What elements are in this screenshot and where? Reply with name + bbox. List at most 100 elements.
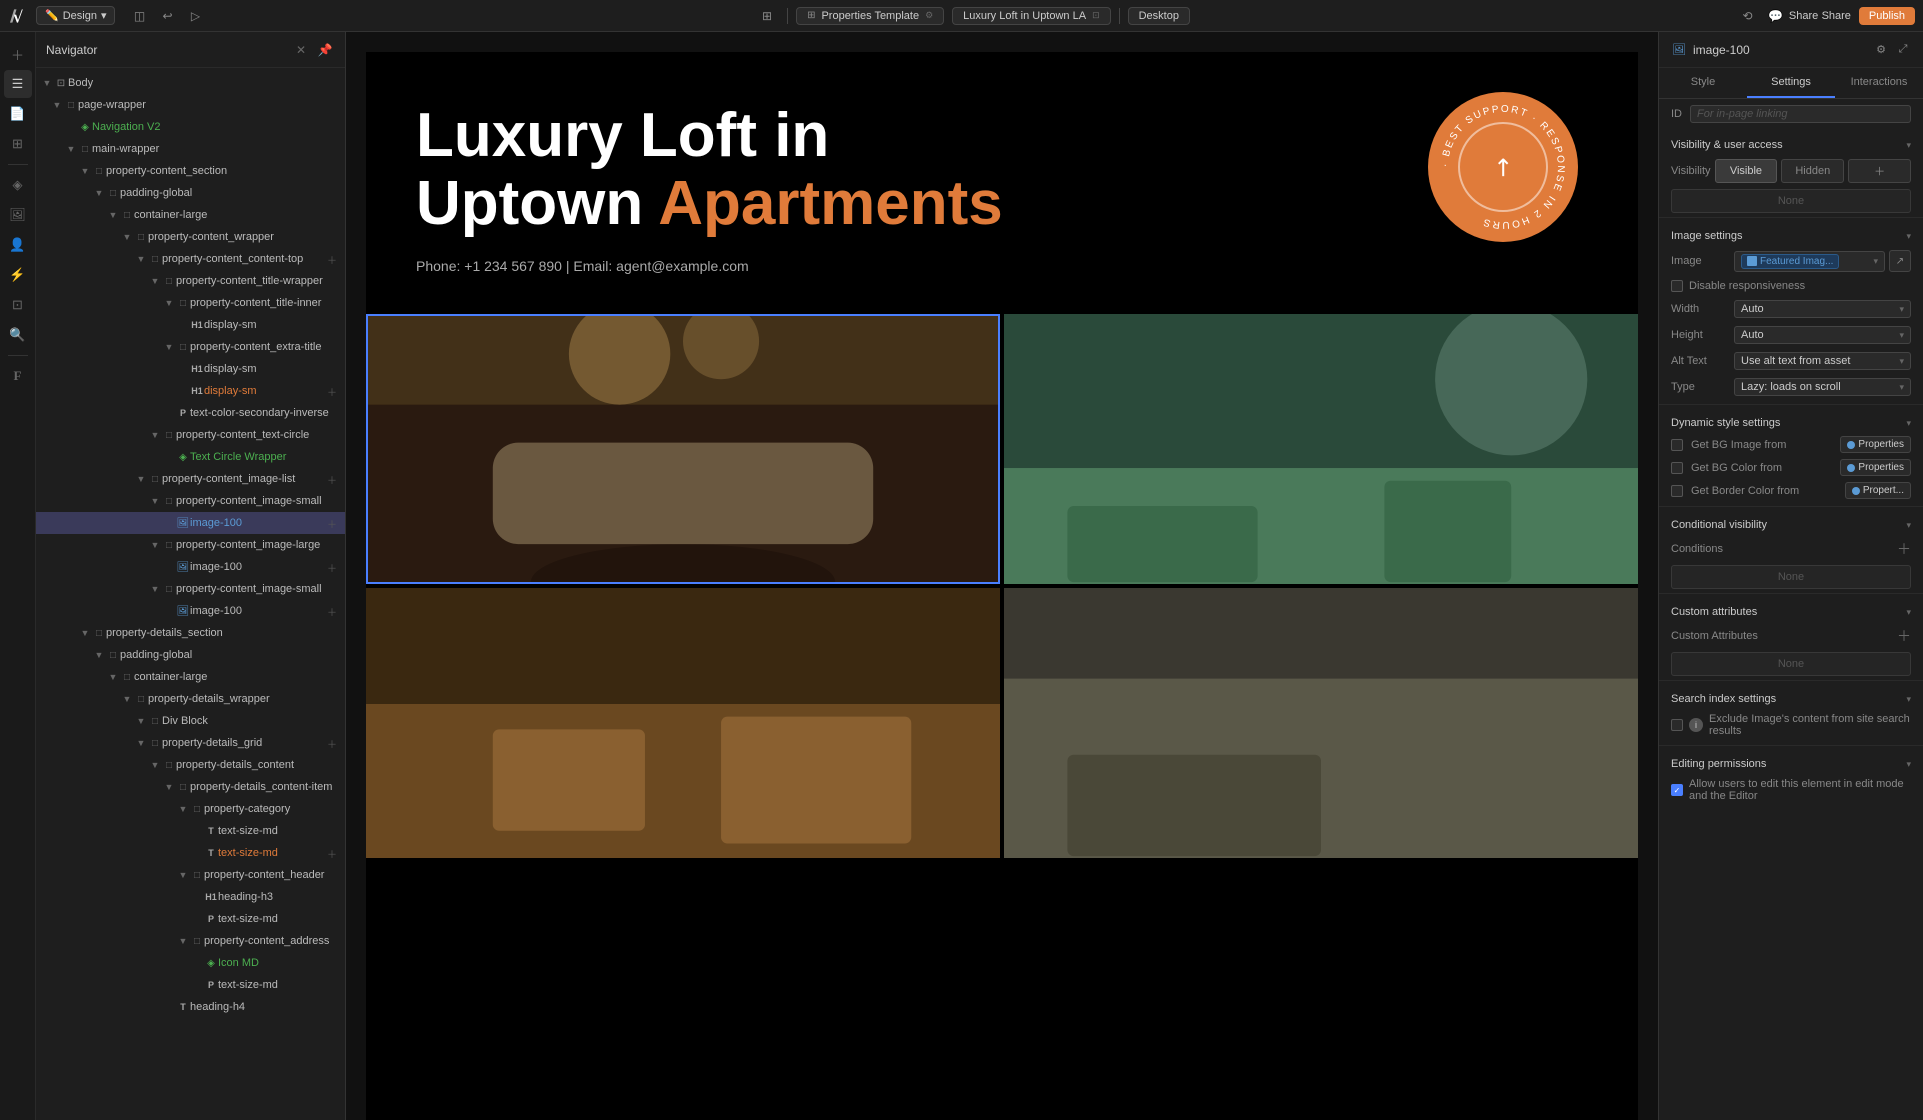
details-grid-add[interactable]: ＋ [325,736,339,750]
save-icon[interactable]: ◫ [127,4,151,28]
components-icon[interactable]: ◈ [4,171,32,199]
logic-icon[interactable]: ⚡ [4,261,32,289]
tree-item-text-circle[interactable]: ▼ □ property-content_text-circle [36,424,345,446]
conditions-collapse-icon[interactable]: ▾ [1906,520,1911,531]
tree-item-t-text-size-md-orange[interactable]: ▶ T text-size-md ＋ [36,842,345,864]
visibility-none-pill[interactable]: None [1671,189,1911,213]
image-right[interactable] [1004,314,1638,584]
tree-item-details-wrapper[interactable]: ▼ □ property-details_wrapper [36,688,345,710]
visible-button[interactable]: Visible [1715,159,1778,183]
tree-item-main-wrapper[interactable]: ▼ □ main-wrapper [36,138,345,160]
tree-item-prop-content-section[interactable]: ▼ □ property-content_section [36,160,345,182]
tree-item-body[interactable]: ▼ ⊡ Body [36,72,345,94]
search2-icon[interactable]: 🔍 [4,321,32,349]
tree-item-details-content[interactable]: ▼ □ property-details_content [36,754,345,776]
apps-icon[interactable]: ⊡ [4,291,32,319]
tree-item-content-header[interactable]: ▼ □ property-content_header [36,864,345,886]
panel-expand-icon[interactable]: ⤢ [1895,42,1911,58]
image-100-2-add[interactable]: ＋ [325,560,339,574]
visibility-collapse-icon[interactable]: ▾ [1906,140,1911,151]
search-index-checkbox[interactable] [1671,719,1683,731]
tab-style[interactable]: Style [1659,68,1747,98]
visibility-add-button[interactable]: ＋ [1848,159,1911,183]
share-icon[interactable]: Share [1794,6,1814,26]
tree-item-image-list[interactable]: ▼ □ property-content_image-list ＋ [36,468,345,490]
tree-item-property-category[interactable]: ▼ □ property-category [36,798,345,820]
image-list-add[interactable]: ＋ [325,472,339,486]
comments-icon[interactable]: 💬 [1766,6,1786,26]
design-mode-selector[interactable]: ✏️ Design ▾ [36,6,115,25]
bg-color-checkbox[interactable] [1671,462,1683,474]
disable-responsiveness-checkbox[interactable] [1671,280,1683,292]
search-index-collapse-icon[interactable]: ▾ [1906,694,1911,705]
tree-item-h1-2[interactable]: ▶ H1 display-sm [36,358,345,380]
tree-item-icon-md[interactable]: ▶ ◈ Icon MD [36,952,345,974]
page-pill[interactable]: Luxury Loft in Uptown LA ⊡ [952,7,1110,25]
type-select[interactable]: Lazy: loads on scroll ▾ [1734,378,1911,396]
image-settings-collapse-icon[interactable]: ▾ [1906,231,1911,242]
tree-item-title-wrapper[interactable]: ▼ □ property-content_title-wrapper [36,270,345,292]
properties-template-pill[interactable]: ⊞ Properties Template ⚙ [796,7,944,25]
tree-item-details-content-item[interactable]: ▼ □ property-details_content-item [36,776,345,798]
h1-orange-add[interactable]: ＋ [325,384,339,398]
tree-item-image-large[interactable]: ▼ □ property-content_image-large [36,534,345,556]
width-select[interactable]: Auto ▾ [1734,300,1911,318]
tab-settings[interactable]: Settings [1747,68,1835,98]
tab-interactions[interactable]: Interactions [1835,68,1923,98]
image-bottom-left[interactable] [366,588,1000,858]
hidden-button[interactable]: Hidden [1781,159,1844,183]
tree-item-padding-global-1[interactable]: ▼ □ padding-global [36,182,345,204]
tree-item-h1-heading-h3[interactable]: ▶ H1 heading-h3 [36,886,345,908]
conditions-add-icon[interactable]: ＋ [1897,539,1911,559]
publish-button[interactable]: Publish [1859,7,1915,25]
tree-item-image-small-2[interactable]: ▼ □ property-content_image-small [36,578,345,600]
tree-item-container-large-1[interactable]: ▼ □ container-large [36,204,345,226]
grid-icon[interactable]: ⊞ [755,4,779,28]
add-icon[interactable]: ＋ [4,40,32,68]
height-select[interactable]: Auto ▾ [1734,326,1911,344]
tree-item-t-heading-h4[interactable]: ▶ T heading-h4 [36,996,345,1018]
tree-item-details-section[interactable]: ▼ □ property-details_section [36,622,345,644]
bg-color-select[interactable]: Properties [1840,459,1911,476]
tree-item-h1-orange[interactable]: ▶ H1 display-sm ＋ [36,380,345,402]
alt-text-select[interactable]: Use alt text from asset ▾ [1734,352,1911,370]
play-icon[interactable]: ▷ [183,4,207,28]
tree-item-extra-title[interactable]: ▼ □ property-content_extra-title [36,336,345,358]
image-select[interactable]: Featured Imag... ▾ [1734,251,1885,272]
tree-item-t-text-size-md[interactable]: ▶ T text-size-md [36,820,345,842]
tree-item-text-circle-wrapper[interactable]: ▶ ◈ Text Circle Wrapper [36,446,345,468]
custom-attributes-collapse-icon[interactable]: ▾ [1906,607,1911,618]
dynamic-style-collapse-icon[interactable]: ▾ [1906,418,1911,429]
tree-item-image-100-2[interactable]: ▶ 🖼 image-100 ＋ [36,556,345,578]
tree-item-container-large-2[interactable]: ▼ □ container-large [36,666,345,688]
tree-item-page-wrapper[interactable]: ▼ □ page-wrapper [36,94,345,116]
version-history-icon[interactable]: ⟲ [1738,6,1758,26]
border-color-select[interactable]: Propert... [1845,482,1911,499]
tree-item-content-address[interactable]: ▼ □ property-content_address [36,930,345,952]
tree-item-image-small-1[interactable]: ▼ □ property-content_image-small [36,490,345,512]
font-icon[interactable]: F [4,362,32,390]
nav-close-icon[interactable]: ✕ [291,40,311,60]
editing-permissions-collapse-icon[interactable]: ▾ [1906,759,1911,770]
share-label[interactable]: Share [1822,10,1851,22]
border-color-checkbox[interactable] [1671,485,1683,497]
image-external-link-icon[interactable]: ↗ [1889,250,1911,272]
breakpoint-pill[interactable]: Desktop [1128,7,1190,25]
image-bottom-right[interactable] [1004,588,1638,858]
tree-item-nav-v2[interactable]: ▶ ◈ Navigation V2 [36,116,345,138]
tree-item-h1-display-sm[interactable]: ▶ H1 display-sm [36,314,345,336]
bg-image-checkbox[interactable] [1671,439,1683,451]
tree-item-prop-content-top[interactable]: ▼ □ property-content_content-top ＋ [36,248,345,270]
tree-item-image-100-3[interactable]: ▶ 🖼 image-100 ＋ [36,600,345,622]
t-orange-add[interactable]: ＋ [325,846,339,860]
bg-image-select[interactable]: Properties [1840,436,1911,453]
tree-item-div-block[interactable]: ▼ □ Div Block [36,710,345,732]
cms-icon[interactable]: ⊞ [4,130,32,158]
assets-icon[interactable]: 🖼 [4,201,32,229]
users-icon[interactable]: 👤 [4,231,32,259]
editing-permissions-checkbox[interactable] [1671,784,1683,796]
custom-attr-add-icon[interactable]: ＋ [1897,626,1911,646]
pages-icon[interactable]: 📄 [4,100,32,128]
tree-item-image-100-active[interactable]: ▶ 🖼 image-100 ＋ [36,512,345,534]
id-input[interactable]: For in-page linking [1690,105,1911,123]
